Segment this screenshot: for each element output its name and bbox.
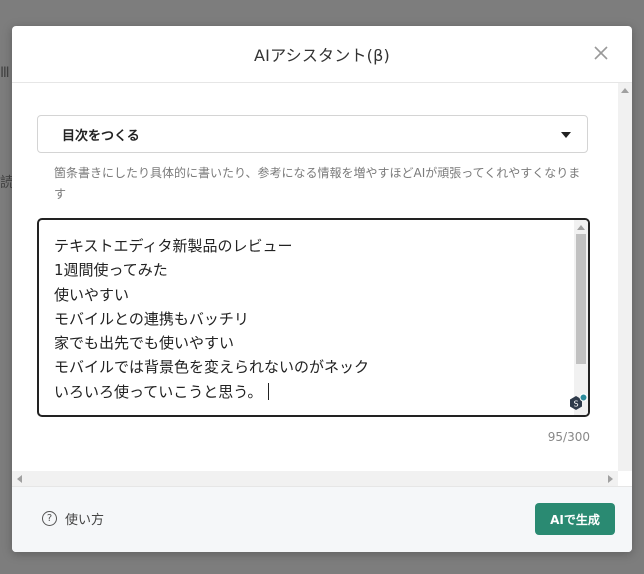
mode-select-value: 目次をつくる (62, 128, 140, 144)
prompt-line: 家でも出先でも使いやすい (54, 334, 235, 353)
prompt-line: テキストエディタ新製品のレビュー (54, 237, 293, 255)
modal-horizontal-scrollbar[interactable] (12, 471, 618, 487)
close-button[interactable] (590, 42, 612, 64)
prompt-line: いろいろ使っていこうと思う。 (54, 382, 263, 401)
input-hint: 箇条書きにしたり具体的に書いたり、参考になる情報を増やすほどAIが頑張ってくれや… (54, 166, 581, 201)
help-link[interactable]: ? 使い方 (42, 509, 104, 528)
background-glyph: Ⅲ (0, 65, 10, 81)
prompt-line: モバイルでは背景色を変えられないのがネック (54, 358, 370, 377)
modal-title: AIアシスタント(β) (254, 46, 390, 65)
prompt-textarea[interactable]: テキストエディタ新製品のレビュー 1週間使ってみた 使いやすい モバイルとの連携… (37, 218, 590, 417)
scroll-up-icon[interactable] (621, 88, 629, 93)
generate-button[interactable]: AIで生成 (535, 503, 615, 535)
prompt-text: テキストエディタ新製品のレビュー 1週間使ってみた 使いやすい モバイルとの連携… (54, 234, 369, 404)
svg-text:S: S (573, 400, 578, 409)
char-counter: 95/300 (547, 430, 590, 444)
prompt-line: 1週間使ってみた (54, 261, 168, 280)
help-icon: ? (42, 511, 57, 526)
modal-footer: ? 使い方 AIで生成 (12, 486, 632, 552)
prompt-line: モバイルとの連携もバッチリ (54, 309, 249, 328)
modal-body: 目次をつくる 箇条書きにしたり具体的に書いたり、参考になる情報を増やすほどAIが… (12, 83, 632, 487)
scroll-up-icon[interactable] (577, 225, 585, 230)
help-label: 使い方 (65, 513, 105, 528)
modal-header: AIアシスタント(β) (12, 26, 632, 83)
scroll-right-icon[interactable] (608, 475, 613, 483)
textarea-scrollbar[interactable] (574, 220, 588, 415)
prompt-line: 使いやすい (54, 285, 130, 304)
textarea-scroll-thumb[interactable] (576, 234, 586, 364)
text-caret (268, 382, 270, 400)
mode-select[interactable]: 目次をつくる (37, 115, 588, 153)
scroll-left-icon[interactable] (17, 475, 22, 483)
modal-vertical-scrollbar[interactable] (618, 83, 632, 471)
ai-assistant-modal: AIアシスタント(β) 目次をつくる 箇条書きにしたり具体的に書いたり、参考にな… (12, 26, 632, 552)
grammar-checker-icon[interactable]: S (568, 393, 588, 413)
close-icon (594, 46, 608, 60)
chevron-down-icon (561, 132, 571, 138)
